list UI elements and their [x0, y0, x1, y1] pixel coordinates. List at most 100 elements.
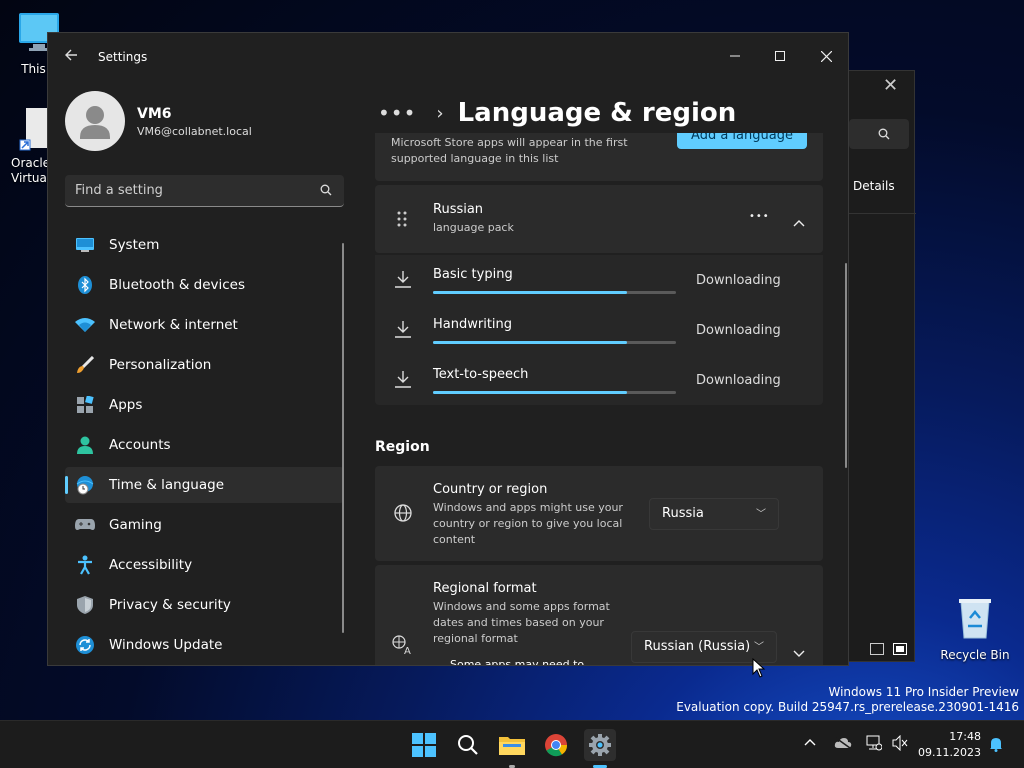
back-arrow-icon	[65, 49, 77, 61]
taskbar-search-button[interactable]	[452, 729, 484, 761]
apps-icon	[75, 395, 95, 415]
expand-chevron-icon[interactable]	[793, 643, 805, 662]
taskbar-settings[interactable]	[584, 729, 616, 768]
maximize-button[interactable]	[757, 41, 803, 71]
sidebar-item-label: Accessibility	[109, 557, 193, 573]
country-region-description: Windows and apps might use your country …	[433, 501, 623, 546]
close-icon[interactable]: ✕	[883, 75, 898, 96]
main-content: Microsoft Store apps will appear in the …	[375, 133, 825, 665]
taskbar-chrome[interactable]	[540, 729, 572, 761]
drag-handle-icon[interactable]	[397, 211, 407, 231]
sidebar-item-personalization[interactable]: Personalization	[65, 347, 344, 383]
avatar[interactable]	[65, 91, 125, 151]
person-icon	[75, 435, 95, 455]
maximize-icon	[775, 51, 785, 61]
feature-label: Handwriting	[433, 317, 513, 332]
country-region-card: Country or region Windows and apps might…	[375, 466, 823, 561]
feature-row-handwriting: Handwriting Downloading	[375, 305, 823, 355]
breadcrumb-overflow-button[interactable]: •••	[378, 101, 416, 125]
sidebar-item-gaming[interactable]: Gaming	[65, 507, 344, 543]
main-scrollbar[interactable]	[845, 263, 847, 468]
regional-format-title: Regional format	[433, 581, 537, 596]
languages-info-text: Microsoft Store apps will appear in the …	[391, 136, 628, 165]
sidebar-item-privacy[interactable]: Privacy & security	[65, 587, 344, 623]
sidebar-item-label: Gaming	[109, 517, 162, 533]
language-features-panel: Basic typing Downloading Handwriting Dow…	[375, 255, 823, 405]
mouse-cursor-icon	[752, 657, 766, 682]
speaker-muted-icon	[892, 734, 908, 752]
sidebar-item-system[interactable]: System	[65, 227, 344, 263]
feature-row-text-to-speech: Text-to-speech Downloading	[375, 355, 823, 405]
globe-icon	[394, 504, 412, 526]
add-language-button[interactable]: Add a language	[677, 133, 807, 149]
language-more-options-button[interactable]: •••	[749, 211, 770, 222]
sidebar-item-bluetooth[interactable]: Bluetooth & devices	[65, 267, 344, 303]
wifi-icon	[75, 315, 95, 335]
search-placeholder: Find a setting	[75, 183, 163, 198]
windows-logo-icon	[412, 733, 436, 757]
folder-icon	[499, 737, 525, 755]
desktop-icon-recycle-bin[interactable]: Recycle Bin	[938, 596, 1012, 663]
bluetooth-icon	[75, 275, 95, 295]
taskbar-clock[interactable]: 17:48 09.11.2023	[918, 729, 981, 761]
search-icon	[458, 735, 478, 755]
view-toggle-tiles[interactable]	[893, 643, 907, 655]
download-icon	[394, 370, 412, 392]
taskbar-file-explorer[interactable]	[496, 729, 528, 768]
breadcrumb: ••• › Language & region	[378, 93, 736, 133]
selection-indicator	[65, 476, 68, 494]
search-input[interactable]: Find a setting	[65, 175, 344, 207]
country-region-title: Country or region	[433, 482, 548, 497]
notification-button[interactable]	[988, 736, 1004, 755]
sidebar-item-label: Time & language	[109, 477, 225, 493]
language-card-russian[interactable]: Russian language pack •••	[375, 185, 823, 253]
clock-date: 09.11.2023	[918, 746, 981, 759]
sidebar-scrollbar[interactable]	[342, 243, 344, 633]
close-icon	[820, 50, 832, 62]
title-bar: Settings	[48, 33, 848, 81]
background-search-field[interactable]	[849, 119, 909, 149]
chrome-icon	[545, 734, 568, 757]
sidebar-item-accessibility[interactable]: Accessibility	[65, 547, 344, 583]
chevron-down-icon: ﹀	[756, 509, 766, 520]
regional-format-description: Windows and some apps format dates and t…	[433, 600, 610, 645]
volume-tray-icon[interactable]	[892, 734, 908, 754]
svg-text:A: A	[404, 646, 411, 655]
details-button[interactable]: Details	[853, 179, 895, 193]
network-tray-icon[interactable]	[866, 735, 883, 754]
watermark-line-1: Windows 11 Pro Insider Preview	[828, 685, 1019, 699]
progress-bar	[433, 341, 676, 344]
person-icon	[80, 106, 110, 139]
minimize-button[interactable]	[712, 41, 758, 71]
sidebar-item-label: Accounts	[109, 437, 171, 453]
brush-icon	[75, 355, 95, 375]
sidebar-item-network[interactable]: Network & internet	[65, 307, 344, 343]
show-hidden-icons-button[interactable]	[804, 735, 816, 749]
network-icon	[866, 735, 883, 751]
back-button[interactable]	[64, 47, 78, 66]
update-icon	[75, 635, 95, 655]
chevron-right-icon: ›	[436, 102, 444, 124]
country-region-dropdown[interactable]: Russia ﹀	[649, 498, 779, 530]
preferred-languages-card: Microsoft Store apps will appear in the …	[375, 133, 823, 181]
sidebar-item-apps[interactable]: Apps	[65, 387, 344, 423]
progress-bar	[433, 291, 676, 294]
dropdown-value: Russia	[662, 506, 704, 521]
search-icon	[320, 184, 332, 196]
chevron-up-icon	[804, 739, 816, 746]
sidebar-item-windows-update[interactable]: Windows Update	[65, 627, 344, 663]
settings-window: Settings VM6 VM6@collabnet.local Find a …	[47, 32, 849, 666]
sidebar-item-label: Network & internet	[109, 317, 238, 333]
feature-label: Text-to-speech	[433, 367, 529, 382]
divider	[849, 213, 916, 214]
onedrive-tray-icon[interactable]	[834, 737, 852, 752]
page-title: Language & region	[457, 98, 737, 128]
chevron-up-icon[interactable]	[793, 212, 805, 231]
chevron-down-icon: ﹀	[754, 642, 764, 653]
start-button[interactable]	[408, 729, 440, 761]
sidebar-item-accounts[interactable]: Accounts	[65, 427, 344, 463]
close-button[interactable]	[803, 41, 848, 71]
view-toggle-list[interactable]	[870, 643, 884, 655]
sidebar-item-time-language[interactable]: Time & language	[65, 467, 344, 503]
feature-row-basic-typing: Basic typing Downloading	[375, 255, 823, 305]
